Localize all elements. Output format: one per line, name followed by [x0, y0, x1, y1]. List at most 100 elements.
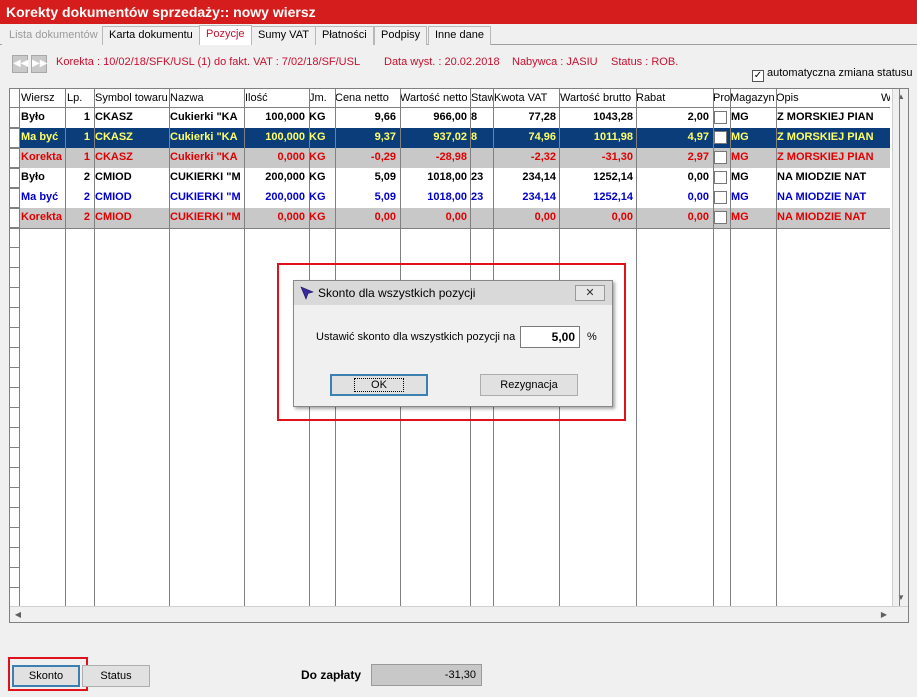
col-header-opis[interactable]: Opis	[776, 92, 880, 104]
table-row[interactable]: Było 2 CMIOD CUKIERKI "M 200,000 KG 5,09 1018,0…	[19, 168, 890, 188]
vertical-scrollbar[interactable]: ▲ ▼	[892, 89, 908, 606]
cell-opis: Z MORSKIEJ PIAN	[777, 111, 874, 123]
cell-wartosc-brutto: 1011,98	[593, 131, 633, 143]
scroll-right-icon[interactable]: ▶	[876, 607, 892, 622]
table-row[interactable]: Było 1 CKASZ Cukierki "KA 100,000 KG 9,66 966,0…	[19, 108, 890, 128]
tab-karta-dokumentu[interactable]: Karta dokumentu	[102, 26, 200, 45]
cell-nazwa: Cukierki "KA	[170, 151, 238, 163]
cell-wartosc-brutto: 0,00	[611, 211, 633, 223]
scroll-up-icon[interactable]: ▲	[893, 89, 908, 105]
do-zaplaty-value: -31,30	[371, 664, 482, 686]
table-row[interactable]: Ma być 2 CMIOD CUKIERKI "M 200,000 KG 5,09 1018…	[19, 188, 890, 208]
tab-sumy-vat[interactable]: Sumy VAT	[251, 26, 316, 45]
rezygnacja-button[interactable]: Rezygnacja	[480, 374, 578, 396]
col-header-wartosc-brutto[interactable]: Wartość brutto	[560, 92, 636, 104]
col-header-pro[interactable]: Pro	[713, 92, 730, 104]
table-row[interactable]: Korekta 1 CKASZ Cukierki "KA 0,000 KG -0,29 -28…	[19, 148, 890, 168]
cell-cena-netto: 9,37	[374, 131, 396, 143]
row-checkbox[interactable]	[714, 211, 727, 224]
tab-pozycje[interactable]: Pozycje	[199, 25, 252, 45]
row-checkbox[interactable]	[714, 191, 727, 204]
cell-wartosc-netto: 1018,00	[427, 171, 467, 183]
cell-magazyn: MG	[731, 131, 749, 143]
cell-lp: 2	[83, 191, 90, 203]
dialog-close-button[interactable]: ✕	[575, 285, 605, 301]
col-header-nazwa[interactable]: Nazwa	[170, 92, 244, 104]
cell-opis: NA MIODZIE NAT	[777, 171, 867, 183]
cell-jm: KG	[309, 191, 326, 203]
row-checkbox[interactable]	[714, 171, 727, 184]
prev-arrow-icon[interactable]: ◀◀	[12, 55, 28, 73]
row-checkbox[interactable]	[714, 151, 727, 164]
cell-lp: 2	[83, 211, 90, 223]
ok-button[interactable]: OK	[330, 374, 428, 396]
col-header-w[interactable]: W	[881, 92, 890, 104]
tab-podpisy[interactable]: Podpisy	[374, 26, 428, 45]
cell-opis: Z MORSKIEJ PIAN	[777, 151, 874, 163]
auto-status-option[interactable]: ✓ automatyczna zmiana statusu	[752, 67, 913, 82]
percent-unit: %	[587, 331, 597, 343]
col-header-wiersz[interactable]: Wiersz	[21, 92, 67, 104]
row-checkbox[interactable]	[714, 111, 727, 124]
status-button[interactable]: Status	[82, 665, 150, 687]
next-arrow-icon[interactable]: ▶▶	[31, 55, 47, 73]
cell-wartosc-netto: -28,98	[435, 151, 467, 163]
skonto-button[interactable]: Skonto	[12, 665, 80, 687]
cell-nazwa: CUKIERKI "M	[170, 191, 241, 203]
data-wyst-info: Data wyst. : 20.02.2018	[384, 56, 500, 68]
cell-stawka: 23	[471, 171, 484, 183]
do-zaplaty-label: Do zapłaty	[301, 668, 362, 682]
cell-cena-netto: 5,09	[374, 191, 396, 203]
tab-platnosci[interactable]: Płatności	[315, 26, 374, 45]
horizontal-scrollbar[interactable]: ◀ ▶	[10, 606, 908, 622]
cell-wiersz: Ma być	[21, 191, 59, 203]
cell-rabat: 0,00	[687, 191, 709, 203]
cell-wartosc-netto: 0,00	[445, 211, 467, 223]
col-header-kwota-vat[interactable]: Kwota VAT	[494, 92, 559, 104]
cell-wartosc-netto: 1018,00	[427, 191, 467, 203]
cell-lp: 1	[83, 151, 90, 163]
cell-wartosc-brutto: -31,30	[601, 151, 633, 163]
tab-inne-dane[interactable]: Inne dane	[428, 26, 491, 45]
tab-lista-dokumentow[interactable]: Lista dokumentów	[2, 26, 105, 45]
skonto-dialog: Skonto dla wszystkich pozycji ✕ Ustawić …	[293, 280, 613, 407]
skonto-value-input[interactable]: 5,00	[520, 326, 580, 348]
cell-magazyn: MG	[731, 151, 749, 163]
auto-status-checkbox[interactable]: ✓	[752, 70, 764, 82]
cell-magazyn: MG	[731, 211, 749, 223]
col-header-symbol[interactable]: Symbol towaru	[95, 92, 170, 104]
cell-magazyn: MG	[731, 171, 749, 183]
cell-rabat: 4,97	[687, 131, 709, 143]
cell-symbol: CKASZ	[95, 151, 133, 163]
cell-cena-netto: -0,29	[370, 151, 396, 163]
cell-ilosc: 0,000	[277, 211, 305, 223]
row-checkbox[interactable]	[714, 131, 727, 144]
cell-ilosc: 0,000	[277, 151, 305, 163]
col-header-stawka[interactable]: Staw	[471, 92, 494, 104]
col-header-lp[interactable]: Lp.	[67, 92, 93, 104]
cell-wartosc-netto: 937,02	[433, 131, 467, 143]
col-header-magazyn[interactable]: Magazyn	[730, 92, 775, 104]
cell-wiersz: Było	[21, 171, 45, 183]
column-separator	[899, 89, 900, 606]
col-header-cena-netto[interactable]: Cena netto	[335, 92, 400, 104]
column-separator	[636, 89, 637, 606]
column-separator	[244, 89, 245, 606]
cell-cena-netto: 0,00	[374, 211, 396, 223]
cell-lp: 1	[83, 131, 90, 143]
cursor-icon	[300, 286, 314, 300]
table-row[interactable]: Korekta 2 CMIOD CUKIERKI "M 0,000 KG 0,00 0,00 0…	[19, 208, 890, 228]
col-header-jm[interactable]: Jm.	[309, 92, 334, 104]
col-header-ilosc[interactable]: Ilość	[245, 92, 308, 104]
table-row[interactable]: Ma być 1 CKASZ Cukierki "KA 100,000 KG 9,37 937…	[19, 128, 890, 148]
cell-wartosc-brutto: 1252,14	[593, 191, 633, 203]
nabywca-info: Nabywca : JASIU	[512, 56, 598, 68]
cell-jm: KG	[309, 211, 326, 223]
scroll-left-icon[interactable]: ◀	[10, 607, 26, 622]
cell-symbol: CKASZ	[95, 131, 133, 143]
col-header-wartosc-netto[interactable]: Wartość netto	[400, 92, 470, 104]
col-header-rabat[interactable]: Rabat	[636, 92, 712, 104]
cell-stawka: 8	[471, 111, 478, 123]
cell-magazyn: MG	[731, 191, 749, 203]
scroll-down-icon[interactable]: ▼	[893, 590, 908, 606]
